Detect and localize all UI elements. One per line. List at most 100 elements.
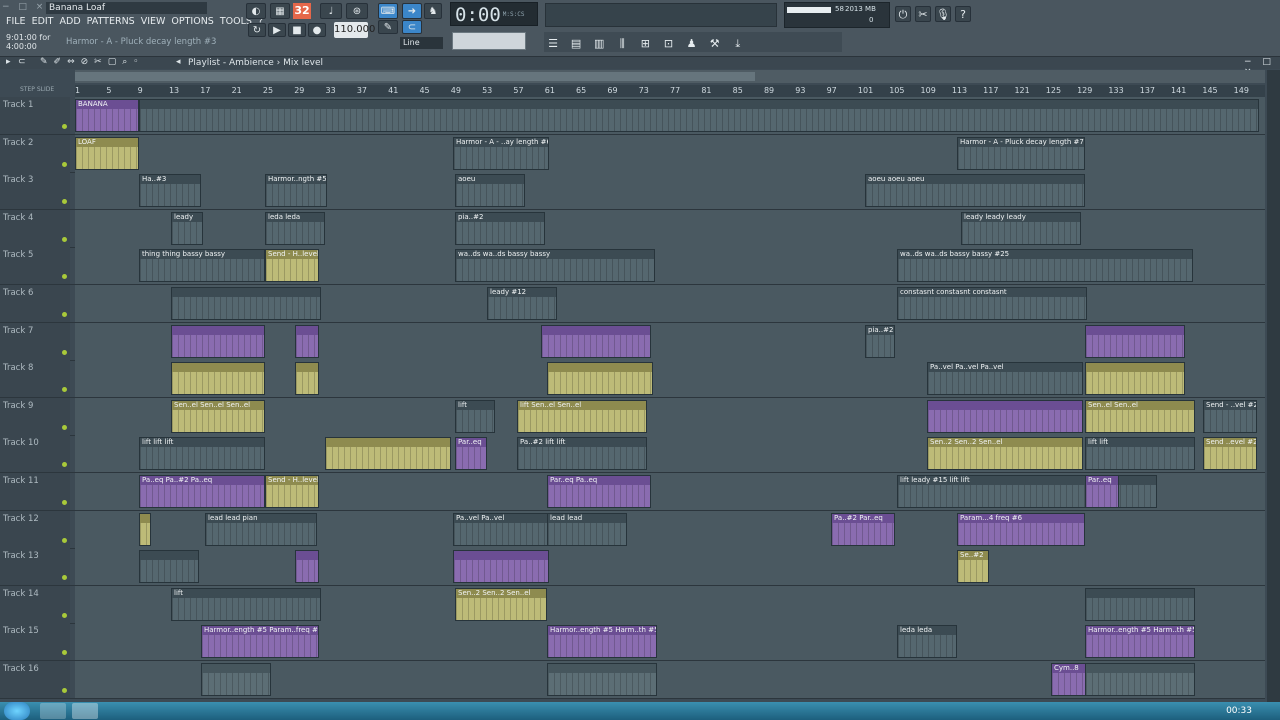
- track-mute-led[interactable]: [62, 462, 67, 468]
- channel-rack-icon[interactable]: ▥: [591, 36, 607, 52]
- playlist-clip[interactable]: lift Sen..el Sen..el: [517, 399, 647, 433]
- track-mute-led[interactable]: [62, 124, 67, 129]
- track-mute-led[interactable]: [62, 575, 67, 581]
- playlist-clip[interactable]: Par..eq Pa..eq: [547, 475, 651, 508]
- playlist-clip[interactable]: [139, 99, 1259, 132]
- playlist-clip[interactable]: [1085, 587, 1195, 621]
- track-mute-led[interactable]: [62, 537, 67, 543]
- playlist-clip[interactable]: thing thing bassy bassy: [139, 249, 265, 283]
- playlist-clip[interactable]: [453, 550, 549, 584]
- pattern-number[interactable]: 32: [293, 3, 311, 19]
- track-lane[interactable]: Se..#2: [75, 548, 1265, 586]
- scroll-thumb[interactable]: [75, 72, 755, 81]
- track-lane[interactable]: Pa..eq Pa..#2 Pa..eq Send - H..level Par..…: [75, 473, 1265, 510]
- playlist-clip[interactable]: Par..eq: [1085, 475, 1119, 508]
- track-label[interactable]: Track 9: [0, 397, 70, 435]
- track-label[interactable]: Track 11: [0, 473, 70, 510]
- track-lane[interactable]: pia..#2: [75, 322, 1265, 360]
- track-label[interactable]: Track 3: [0, 172, 70, 210]
- cut-icon[interactable]: ✂: [915, 6, 931, 22]
- playlist-clip[interactable]: constasnt constasnt constasnt: [897, 287, 1087, 320]
- track-lane[interactable]: Ha..#3 Harmor..ngth #5 aoeu aoeu aoeu aoeu: [75, 172, 1265, 210]
- track-lane[interactable]: lift Sen..2 Sen..2 Sen..el: [75, 585, 1265, 623]
- track-lane[interactable]: lift lift lift Par..eq Pa..#2 lift lift Sen…: [75, 435, 1265, 473]
- playlist-clip[interactable]: aoeu: [455, 174, 525, 208]
- playlist-clip[interactable]: pia..#2: [865, 324, 895, 358]
- mixer-icon[interactable]: ⫼: [614, 36, 630, 52]
- track-lane[interactable]: Pa..vel Pa..vel Pa..vel: [75, 360, 1265, 398]
- playlist-clip[interactable]: Harmor..ngth #5: [265, 174, 327, 208]
- playlist-clip[interactable]: [1085, 324, 1185, 358]
- menu-item-patterns[interactable]: PATTERNS: [87, 16, 135, 30]
- playlist-clip[interactable]: Pa..vel Pa..vel: [453, 512, 549, 546]
- blend-notes-icon[interactable]: ♞: [424, 3, 442, 19]
- song-position-clock[interactable]: 0:00 M:S:CS: [450, 2, 538, 26]
- window-controls[interactable]: − □ ×: [2, 2, 46, 12]
- loop-record-icon[interactable]: ↻: [248, 23, 266, 37]
- playlist-clip[interactable]: lift: [171, 587, 321, 621]
- track-lane[interactable]: thing thing bassy bassy Send - H..level wa…: [75, 247, 1265, 285]
- track-label[interactable]: Track 8: [0, 360, 70, 398]
- playlist-clip[interactable]: lead lead: [547, 512, 627, 546]
- track-mute-led[interactable]: [62, 236, 67, 242]
- playlist-clip[interactable]: pia..#2: [455, 211, 545, 245]
- playlist-clip[interactable]: Par..eq: [455, 437, 487, 471]
- menu-item-file[interactable]: FILE: [6, 16, 26, 30]
- playlist-clip[interactable]: [547, 663, 657, 696]
- playlist-clip[interactable]: [547, 362, 653, 396]
- track-mute-led[interactable]: [62, 274, 67, 280]
- playlist-clip[interactable]: [295, 324, 319, 358]
- track-lane[interactable]: lead lead pian Pa..vel Pa..vel lead lead Pa…: [75, 510, 1265, 548]
- playlist-clip[interactable]: Sen..2 Sen..2 Sen..el: [455, 587, 547, 621]
- track-mute-led[interactable]: [62, 161, 67, 167]
- piano-roll-icon[interactable]: ▤: [568, 36, 584, 52]
- pattern-mode-icon[interactable]: ▦: [270, 3, 290, 19]
- playlist-clip[interactable]: Ha..#3: [139, 174, 201, 208]
- track-mute-led[interactable]: [62, 650, 67, 656]
- playlist-clip[interactable]: [139, 512, 151, 546]
- browser-icon[interactable]: ⊞: [637, 36, 653, 52]
- track-lane[interactable]: BANANA: [75, 97, 1265, 134]
- playlist-clip[interactable]: lift: [455, 399, 495, 433]
- playlist-clip[interactable]: BANANA: [75, 99, 139, 132]
- track-lane[interactable]: Sen..el Sen..el Sen..el lift lift Sen..el …: [75, 397, 1265, 435]
- vertical-scrollbar[interactable]: [1267, 70, 1280, 702]
- track-label[interactable]: Track 15: [0, 623, 70, 661]
- track-mute-led[interactable]: [62, 612, 67, 618]
- horizontal-scrollbar[interactable]: [75, 70, 1265, 83]
- taskbar-app-ie[interactable]: [40, 703, 66, 719]
- pattern-selector[interactable]: [452, 32, 526, 50]
- playlist-clip[interactable]: lead lead pian: [205, 512, 317, 546]
- stop-button[interactable]: ■: [288, 23, 306, 37]
- track-label[interactable]: Track 2: [0, 134, 70, 172]
- project-icon[interactable]: ♟: [684, 36, 700, 52]
- tempo-display[interactable]: 110.000: [334, 22, 375, 38]
- track-mute-led[interactable]: [62, 387, 67, 393]
- playlist-clip[interactable]: leady #12: [487, 287, 557, 320]
- tools-icon[interactable]: ⚒: [707, 36, 723, 52]
- playlist-clip[interactable]: lift lift: [1085, 437, 1195, 471]
- playlist-clip[interactable]: [139, 550, 199, 584]
- track-label[interactable]: Track 10: [0, 435, 70, 473]
- playlist-clip[interactable]: Send - H..level: [265, 475, 319, 508]
- tool-icons[interactable]: ✎✐⇔⊘✂▢⌕◦: [40, 57, 145, 67]
- wait-input-icon[interactable]: ⊛: [346, 3, 368, 19]
- track-mute-led[interactable]: [62, 312, 67, 317]
- track-lane[interactable]: leady leda leda pia..#2 leady leady leady: [75, 209, 1265, 247]
- playlist-icon[interactable]: ☰: [545, 36, 561, 52]
- track-mute-led[interactable]: [62, 500, 67, 505]
- playlist-clip[interactable]: [1085, 362, 1185, 396]
- track-label[interactable]: Track 4: [0, 209, 70, 247]
- playlist-clip[interactable]: leady: [171, 211, 203, 245]
- playlist-menu-icon[interactable]: ▸: [6, 57, 11, 67]
- menu-item-edit[interactable]: EDIT: [32, 16, 54, 30]
- typing-keyboard-icon[interactable]: ⌨: [378, 3, 398, 19]
- start-button[interactable]: [4, 702, 30, 720]
- track-label[interactable]: Track 16: [0, 661, 70, 698]
- playlist-clip[interactable]: aoeu aoeu aoeu: [865, 174, 1085, 208]
- menu-item-options[interactable]: OPTIONS: [171, 16, 213, 30]
- playlist-clip[interactable]: Send ..evel #2: [1203, 437, 1257, 471]
- track-lane[interactable]: LOAF Harmor - A - ..ay length #6 Harmor - …: [75, 134, 1265, 172]
- playlist-clip[interactable]: [295, 550, 319, 584]
- track-mute-led[interactable]: [62, 199, 67, 205]
